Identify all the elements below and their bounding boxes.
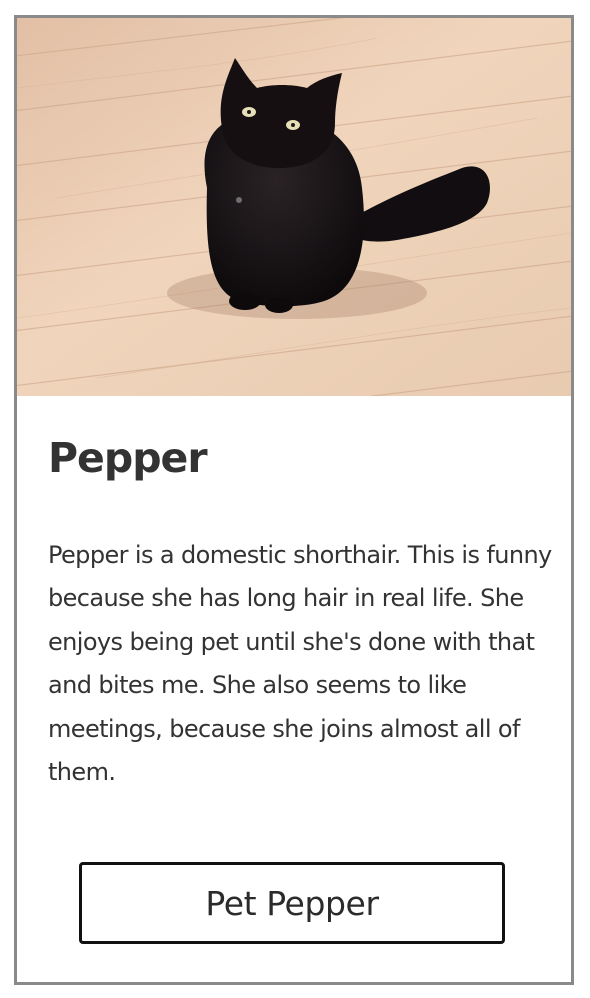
cat-photo <box>17 18 571 396</box>
pet-pepper-button[interactable]: Pet Pepper <box>79 862 505 944</box>
pet-card: Pepper Pepper is a domestic shorthair. T… <box>14 15 574 985</box>
card-title: Pepper <box>48 434 208 482</box>
card-description: Pepper is a domestic shorthair. This is … <box>48 541 552 787</box>
